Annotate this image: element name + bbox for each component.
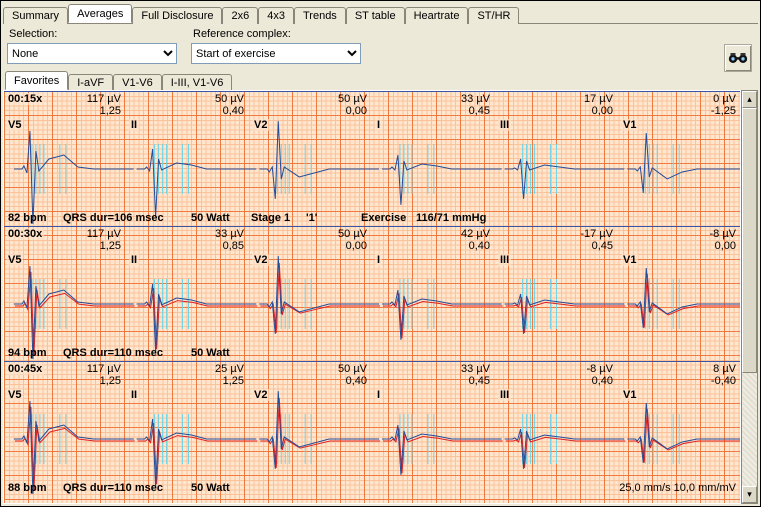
reference-label: Reference complex:: [191, 28, 361, 43]
sub-tab-i-avf[interactable]: I-aVF: [68, 74, 113, 91]
status-text: Stage 1: [251, 212, 290, 224]
ecg-area: 00:15x117 µV1,25V550 µV0,40II50 µV0,00V2…: [1, 90, 760, 506]
main-tab-averages[interactable]: Averages: [68, 4, 132, 23]
status-text: 82 bpm: [8, 212, 47, 224]
ecg-grid[interactable]: 00:15x117 µV1,25V550 µV0,40II50 µV0,00V2…: [3, 90, 741, 504]
main-tab-st-hr[interactable]: ST/HR: [468, 7, 519, 24]
ecg-strip: 00:30x117 µV1,25V533 µV0,85II50 µV0,00V2…: [4, 226, 740, 361]
status-text: 88 bpm: [8, 482, 47, 494]
reference-dropdown[interactable]: Start of exercise: [191, 43, 361, 64]
main-tab-st-table[interactable]: ST table: [346, 7, 405, 24]
main-tab-trends[interactable]: Trends: [294, 7, 346, 24]
binoculars-icon: [728, 50, 748, 66]
controls-row: Selection: None Reference complex: Start…: [3, 24, 758, 68]
main-tab-row: SummaryAveragesFull Disclosure2x64x3Tren…: [3, 3, 758, 23]
scroll-down-button[interactable]: ▾: [742, 486, 757, 503]
main-tab-summary[interactable]: Summary: [3, 7, 68, 24]
sub-tab-favorites[interactable]: Favorites: [5, 71, 68, 90]
selection-label: Selection:: [7, 28, 177, 43]
scroll-up-button[interactable]: ▴: [742, 91, 757, 108]
status-text: QRS dur=106 msec: [63, 212, 164, 224]
search-button[interactable]: [724, 44, 752, 72]
main-tab-full-disclosure[interactable]: Full Disclosure: [132, 7, 222, 24]
status-text: 50 Watt: [191, 347, 230, 359]
main-tab-2x6[interactable]: 2x6: [222, 7, 258, 24]
vertical-scrollbar[interactable]: ▴ ▾: [741, 90, 758, 504]
sub-tab-row: FavoritesI-aVFV1-V6I-III, V1-V6: [5, 70, 756, 90]
tab-content: Selection: None Reference complex: Start…: [3, 23, 758, 90]
reference-group: Reference complex: Start of exercise: [191, 28, 361, 64]
status-text: 50 Watt: [191, 482, 230, 494]
main-tab-4x3[interactable]: 4x3: [258, 7, 294, 24]
main-tab-heartrate[interactable]: Heartrate: [405, 7, 469, 24]
ecg-waveform: [4, 361, 740, 496]
scroll-track[interactable]: [742, 108, 757, 486]
status-text: 94 bpm: [8, 347, 47, 359]
ecg-waveform: [4, 226, 740, 361]
selection-dropdown[interactable]: None: [7, 43, 177, 64]
ecg-waveform: [4, 91, 740, 226]
status-text: 50 Watt: [191, 212, 230, 224]
selection-group: Selection: None: [7, 28, 177, 64]
status-text: Exercise: [361, 212, 406, 224]
sub-tab-v1-v6[interactable]: V1-V6: [113, 74, 162, 91]
status-text: '1': [306, 212, 317, 224]
calibration-label: 25,0 mm/s 10,0 mm/mV: [619, 482, 736, 494]
status-text: QRS dur=110 msec: [63, 347, 163, 359]
ecg-strip: 00:45x117 µV1,25V525 µV1,25II50 µV0,40V2…: [4, 361, 740, 496]
scroll-thumb[interactable]: [742, 108, 757, 373]
app-window: { "tabs": ["Summary","Averages","Full Di…: [0, 0, 761, 507]
sub-tab-i-iii-v1-v6[interactable]: I-III, V1-V6: [162, 74, 233, 91]
status-text: 116/71 mmHg: [416, 212, 486, 224]
ecg-strip: 00:15x117 µV1,25V550 µV0,40II50 µV0,00V2…: [4, 91, 740, 226]
status-text: QRS dur=110 msec: [63, 482, 163, 494]
